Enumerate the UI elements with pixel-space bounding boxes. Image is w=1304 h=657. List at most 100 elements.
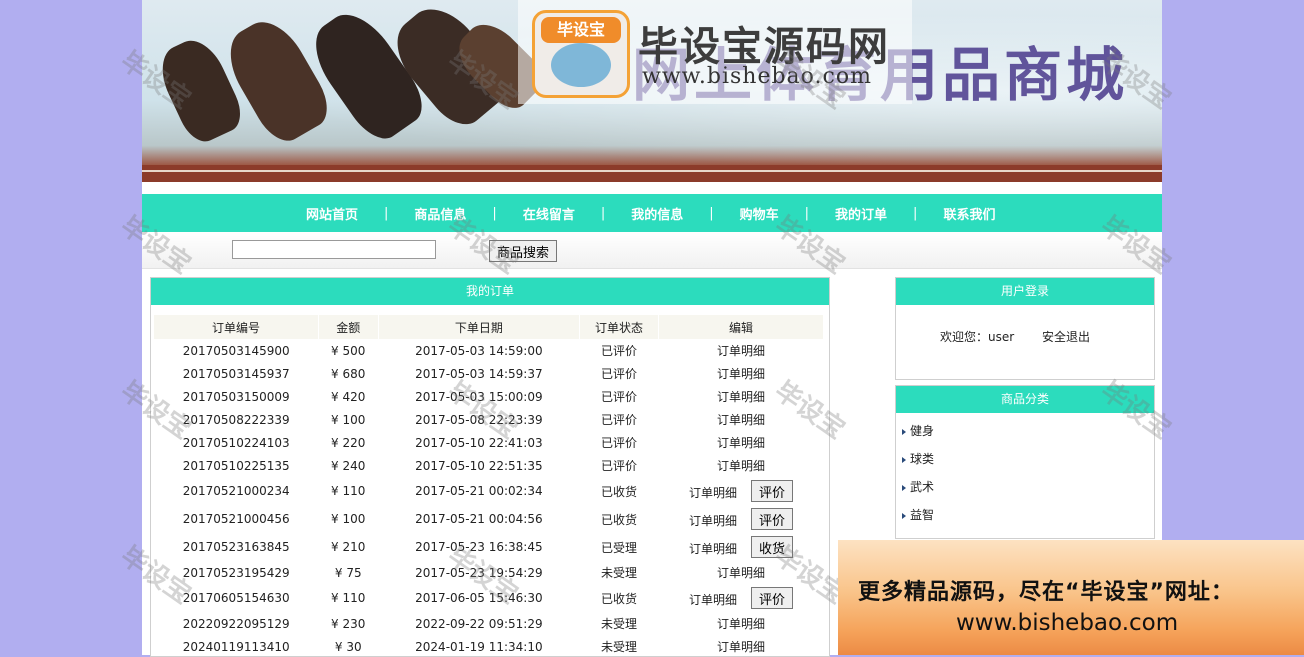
amount-cell: ¥ 30 <box>334 639 362 654</box>
nav-my-info[interactable]: 我的信息 <box>619 204 695 223</box>
order-detail-link[interactable]: 订单明细 <box>689 540 737 557</box>
column-header-order-id: 订单编号 <box>154 315 319 339</box>
nav-separator: | <box>804 205 810 221</box>
review-button[interactable]: 评价 <box>750 508 793 530</box>
nav-separator: | <box>709 205 714 221</box>
order-id-cell: 20170605154630 <box>182 591 290 605</box>
bullet-arrow-icon <box>902 512 906 519</box>
order-detail-link[interactable]: 订单明细 <box>717 342 765 359</box>
order-detail-link[interactable]: 订单明细 <box>717 434 765 451</box>
login-panel: 用户登录 欢迎您：user 安全退出 <box>895 277 1155 380</box>
column-header-amount: 金额 <box>318 315 379 339</box>
table-row: 20170503145937 ¥ 680 2017-05-03 14:59:37 已评… <box>154 362 824 385</box>
nav-my-orders[interactable]: 我的订单 <box>823 204 899 223</box>
nav-products[interactable]: 商品信息 <box>402 204 478 223</box>
promo-url: www.bishebao.com <box>956 610 1179 636</box>
bullet-arrow-icon <box>902 428 906 435</box>
order-detail-link[interactable]: 订单明细 <box>689 484 737 501</box>
nav-separator: | <box>913 205 918 221</box>
amount-cell: ¥ 220 <box>331 435 366 450</box>
orders-panel: 我的订单 订单编号 金额 下单日期 订单状态 编辑 20170503145900… <box>150 277 830 657</box>
order-status-cell: 已评价 <box>601 390 638 404</box>
amount-cell: ¥ 100 <box>331 412 366 427</box>
nav-cart[interactable]: 购物车 <box>728 204 791 223</box>
logo-icon: 毕设宝 <box>532 10 630 98</box>
order-status-cell: 已评价 <box>601 436 638 450</box>
nav-contact[interactable]: 联系我们 <box>931 204 1007 223</box>
search-bar: 商品搜索 <box>142 232 1162 269</box>
order-date-cell: 2022-09-22 09:51:29 <box>415 616 543 631</box>
order-status-cell: 已收货 <box>601 512 638 527</box>
promo-banner[interactable]: 更多精品源码，尽在“毕设宝”网址： www.bishebao.com <box>838 540 1304 655</box>
logout-link[interactable]: 安全退出 <box>1042 330 1090 344</box>
table-row: 20170503145900 ¥ 500 2017-05-03 14:59:00 已评… <box>154 339 824 362</box>
order-detail-link[interactable]: 订单明细 <box>717 615 765 632</box>
order-id-cell: 20170503145937 <box>182 366 290 381</box>
order-id-cell: 20170510224103 <box>182 435 290 450</box>
welcome-text: 欢迎您：user <box>940 330 1015 344</box>
order-date-cell: 2017-06-05 15:46:30 <box>415 591 543 605</box>
order-id-cell: 20170508222339 <box>182 412 290 427</box>
bullet-arrow-icon <box>902 484 906 491</box>
order-id-cell: 20220922095129 <box>182 616 290 631</box>
order-detail-link[interactable]: 订单明细 <box>689 591 737 608</box>
order-detail-link[interactable]: 订单明细 <box>717 411 765 428</box>
nav-messages[interactable]: 在线留言 <box>511 204 587 223</box>
table-row: 20170605154630 ¥ 110 2017-06-05 15:46:30 已收… <box>154 584 824 612</box>
bullet-arrow-icon <box>902 456 906 463</box>
edit-cell: 订单明细 <box>658 408 823 431</box>
order-status-cell: 已收货 <box>601 591 638 606</box>
amount-cell: ¥ 110 <box>331 591 366 605</box>
edit-cell: 订单明细 <box>658 385 823 408</box>
nav-separator: | <box>384 205 389 221</box>
review-button[interactable]: 评价 <box>750 587 793 609</box>
edit-cell: 订单明细 <box>658 362 823 385</box>
edit-cell: 订单明细 评价 <box>658 584 823 612</box>
order-status-cell: 已评价 <box>601 367 638 381</box>
order-detail-link[interactable]: 订单明细 <box>717 365 765 382</box>
order-detail-link[interactable]: 订单明细 <box>717 638 765 655</box>
order-date-cell: 2017-05-23 19:54:29 <box>415 565 543 580</box>
order-detail-link[interactable]: 订单明细 <box>717 457 765 474</box>
main-nav: 网站首页 | 商品信息 | 在线留言 | 我的信息 | 购物车 | 我的订单 | 联系我们 <box>142 194 1162 232</box>
order-id-cell: 20170503145900 <box>182 343 290 358</box>
amount-cell: ¥ 210 <box>331 540 366 554</box>
logo-url: www.bishebao.com <box>642 64 872 89</box>
category-item[interactable]: 武术 <box>902 478 934 506</box>
edit-cell: 订单明细 <box>658 339 823 362</box>
edit-cell: 订单明细 <box>658 431 823 454</box>
order-status-cell: 未受理 <box>601 617 638 631</box>
review-button[interactable]: 评价 <box>750 480 793 502</box>
nav-home[interactable]: 网站首页 <box>294 204 370 223</box>
category-item[interactable]: 球类 <box>902 450 934 478</box>
order-detail-link[interactable]: 订单明细 <box>689 512 737 529</box>
order-status-cell: 未受理 <box>601 566 638 580</box>
search-input[interactable] <box>232 240 436 259</box>
order-date-cell: 2017-05-10 22:41:03 <box>415 435 543 450</box>
order-id-cell: 20170523195429 <box>182 565 290 580</box>
table-row: 20170510224103 ¥ 220 2017-05-10 22:41:03 已评… <box>154 431 824 454</box>
table-row: 20170510225135 ¥ 240 2017-05-10 22:51:35 已评… <box>154 454 824 477</box>
order-date-cell: 2017-05-23 16:38:45 <box>415 540 543 554</box>
order-detail-link[interactable]: 订单明细 <box>717 388 765 405</box>
order-status-cell: 已评价 <box>601 459 638 473</box>
table-header-row: 订单编号 金额 下单日期 订单状态 编辑 <box>154 315 825 339</box>
nav-separator: | <box>600 205 606 221</box>
table-row: 20170521000456 ¥ 100 2017-05-21 00:04:56 已收… <box>154 505 824 533</box>
amount-cell: ¥ 500 <box>331 343 366 358</box>
search-button[interactable]: 商品搜索 <box>489 240 557 262</box>
category-item[interactable]: 健身 <box>902 422 934 450</box>
order-detail-link[interactable]: 订单明细 <box>717 564 765 581</box>
order-status-cell: 已评价 <box>601 344 638 358</box>
table-row: 20170503150009 ¥ 420 2017-05-03 15:00:09 已评… <box>154 385 824 408</box>
order-id-cell: 20170510225135 <box>182 458 290 473</box>
order-date-cell: 2017-05-21 00:02:34 <box>415 484 543 498</box>
category-item[interactable]: 益智 <box>902 506 934 534</box>
confirm-receipt-button[interactable]: 收货 <box>750 536 793 558</box>
order-date-cell: 2017-05-10 22:51:35 <box>415 458 543 473</box>
nav-separator: | <box>492 205 497 221</box>
amount-cell: ¥ 420 <box>331 389 366 404</box>
edit-cell: 订单明细 评价 <box>658 477 823 505</box>
amount-cell: ¥ 230 <box>331 616 366 631</box>
login-title: 用户登录 <box>896 278 1154 305</box>
